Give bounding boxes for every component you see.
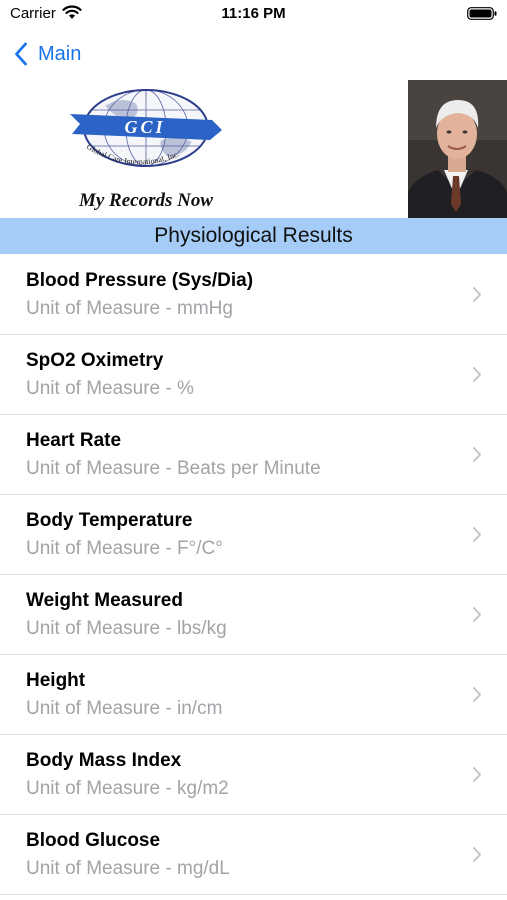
navigation-bar: Main [0,32,507,76]
list-item-subtitle: Unit of Measure - lbs/kg [26,618,227,639]
list-item-title: Body Mass Index [26,750,182,771]
app-tagline: My Records Now [78,190,214,211]
chevron-right-icon [473,607,481,622]
header: GCI Global Care International, Inc. My R… [0,78,507,218]
list-item[interactable]: Body Mass Index Unit of Measure - kg/m2 [0,735,507,815]
list-item-title: Blood Pressure (Sys/Dia) [26,270,254,291]
list-item-subtitle: Unit of Measure - Beats per Minute [26,458,321,479]
svg-text:GCI: GCI [124,117,165,137]
status-bar: Carrier 11:16 PM [0,0,507,30]
list-item-title: Blood Glucose [26,830,161,851]
chevron-right-icon [473,527,481,542]
list-item-title: Weight Measured [26,590,183,611]
list-item-subtitle: Unit of Measure - mmHg [26,298,233,319]
section-header: Physiological Results [0,218,507,254]
list-item[interactable]: Height Unit of Measure - in/cm [0,655,507,735]
chevron-right-icon [473,287,481,302]
list-item[interactable]: Heart Rate Unit of Measure - Beats per M… [0,415,507,495]
list-item-subtitle: Unit of Measure - kg/m2 [26,778,229,799]
chevron-right-icon [473,367,481,382]
list-item[interactable]: Weight Measured Unit of Measure - lbs/kg [0,575,507,655]
chevron-right-icon [473,447,481,462]
profile-photo [408,80,507,218]
chevron-right-icon [473,767,481,782]
list-item-title: Heart Rate [26,430,122,451]
back-button[interactable]: Main [14,38,81,70]
list-item-title: SpO2 Oximetry [26,350,164,371]
chevron-left-icon [15,42,27,66]
chevron-right-icon [473,847,481,862]
list-item-title: Body Temperature [26,510,193,531]
gci-logo: GCI Global Care International, Inc. [70,89,222,167]
list-item-subtitle: Unit of Measure - F°/C° [26,538,223,559]
list-item[interactable]: Blood Pressure (Sys/Dia) Unit of Measure… [0,255,507,335]
chevron-right-icon [473,687,481,702]
list-item-title: Height [26,670,86,691]
battery-icon [467,7,497,20]
list-item[interactable]: Body Temperature Unit of Measure - F°/C° [0,495,507,575]
results-list: Blood Pressure (Sys/Dia) Unit of Measure… [0,255,507,895]
list-item[interactable]: SpO2 Oximetry Unit of Measure - % [0,335,507,415]
list-item-subtitle: Unit of Measure - % [26,378,194,399]
list-item-subtitle: Unit of Measure - in/cm [26,698,223,719]
list-item-subtitle: Unit of Measure - mg/dL [26,858,230,879]
list-item[interactable]: Blood Glucose Unit of Measure - mg/dL [0,815,507,895]
back-button-label: Main [38,42,82,65]
status-time: 11:16 PM [221,5,286,22]
